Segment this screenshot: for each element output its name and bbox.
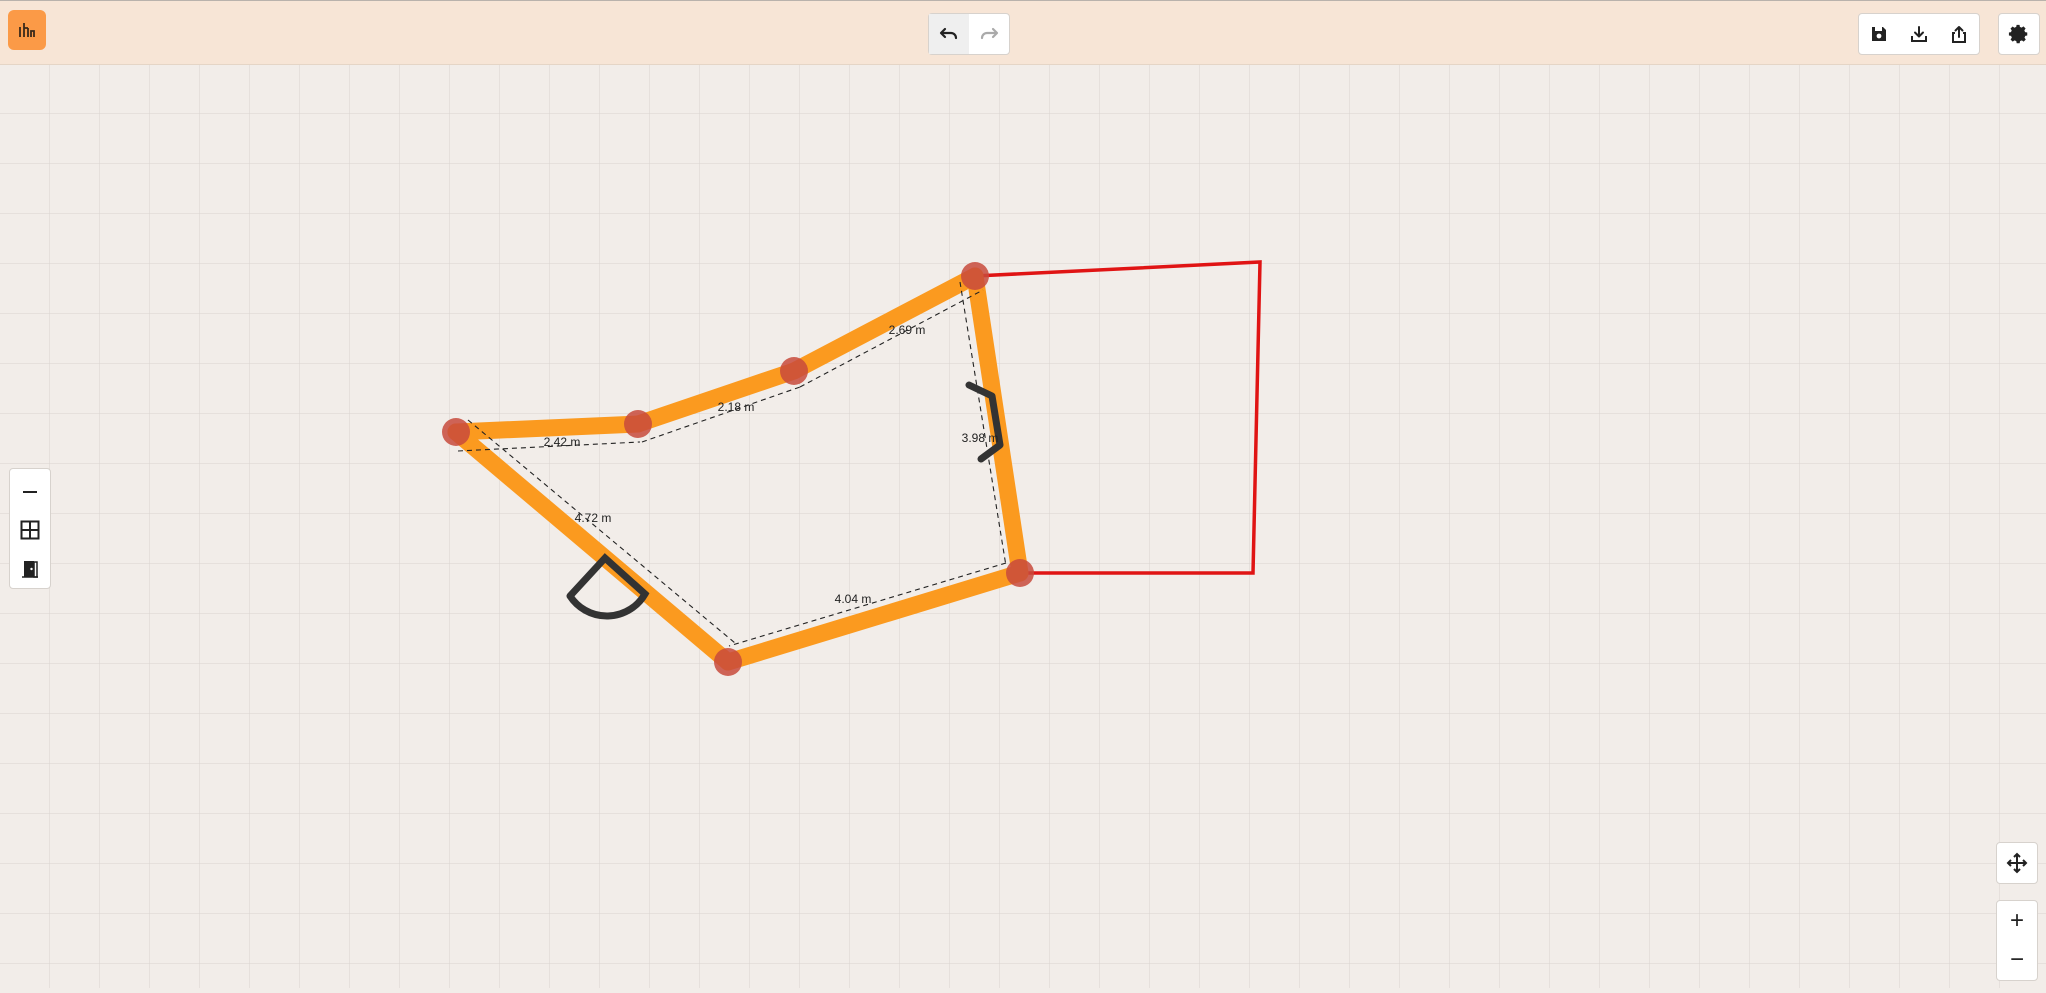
wall-segment[interactable] — [447, 415, 647, 441]
window-tool-button[interactable] — [10, 511, 50, 549]
app-logo-button[interactable] — [8, 10, 46, 50]
zoom-in-button[interactable]: + — [1997, 901, 2037, 941]
grid-background — [0, 65, 2046, 988]
top-toolbar — [0, 0, 2046, 65]
save-button[interactable] — [1859, 14, 1899, 54]
zoom-out-button[interactable]: − — [1997, 941, 2037, 981]
redo-button[interactable] — [969, 14, 1009, 54]
zoom-controls: + − — [1996, 900, 2038, 981]
undo-button[interactable] — [929, 14, 969, 54]
settings-group — [1998, 13, 2040, 55]
dimension-label: 4.72 m — [575, 511, 612, 525]
wall-vertex-handle[interactable] — [442, 418, 470, 446]
floorplan-logo-icon — [19, 23, 35, 37]
save-icon — [1872, 27, 1886, 41]
window-grid-icon — [20, 520, 40, 540]
dimension-label: 4.04 m — [835, 592, 872, 606]
redo-icon — [980, 27, 999, 40]
wall-vertex-handle[interactable] — [624, 410, 652, 438]
pan-button[interactable] — [1996, 842, 2038, 884]
file-actions-group — [1858, 13, 1980, 55]
door-tool-button[interactable] — [10, 550, 50, 588]
side-toolbar — [9, 468, 51, 589]
download-button[interactable] — [1899, 14, 1939, 54]
wall-vertex-handle[interactable] — [1006, 559, 1034, 587]
wall-vertex-handle[interactable] — [961, 262, 989, 290]
floorplan-drawing[interactable]: 2.42 m 2.18 m 2.69 m 3.98 m 4.04 m 4.72 m — [0, 65, 2046, 988]
wall-tool-button[interactable] — [10, 473, 50, 511]
gear-icon — [2008, 24, 2028, 44]
dimension-label: 2.42 m — [544, 435, 581, 449]
wall-vertex-handle[interactable] — [780, 357, 808, 385]
undo-icon — [939, 27, 958, 40]
settings-button[interactable] — [1999, 14, 2039, 54]
floorplan-canvas[interactable]: 2.42 m 2.18 m 2.69 m 3.98 m 4.04 m 4.72 m — [0, 65, 2046, 988]
wall-line-icon — [23, 491, 37, 494]
move-arrows-icon — [2006, 852, 2028, 874]
download-icon — [1911, 26, 1927, 42]
dimension-label: 2.18 m — [718, 400, 755, 414]
dimension-label: 2.69 m — [889, 323, 926, 337]
door-icon — [22, 560, 38, 578]
wall-vertex-handle[interactable] — [714, 648, 742, 676]
dimension-label: 3.98 m — [962, 431, 999, 445]
share-button[interactable] — [1939, 14, 1979, 54]
history-group — [928, 13, 1010, 55]
share-icon — [1952, 26, 1966, 43]
